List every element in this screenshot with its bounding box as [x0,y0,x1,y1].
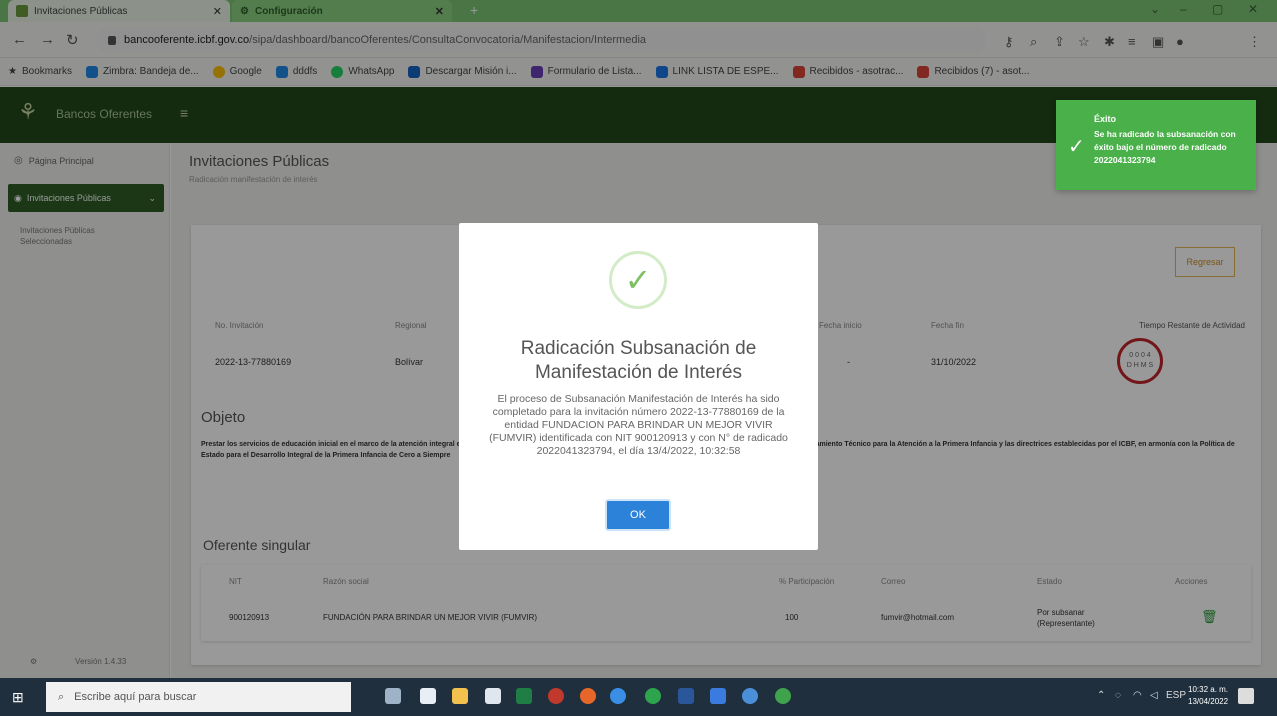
chrome-profile-icon[interactable] [775,688,791,704]
volume-icon[interactable]: ◁ [1150,690,1158,701]
word-icon[interactable] [678,688,694,704]
file-icon[interactable] [420,688,436,704]
excel-icon[interactable] [516,688,532,704]
toast-title: Éxito [1094,114,1117,124]
check-icon: ✓ [1068,136,1085,158]
success-toast[interactable]: ✓ Éxito Se ha radicado la subsanación co… [1056,100,1256,190]
calendar-icon[interactable] [485,688,501,704]
search-icon: ⌕ [58,690,65,703]
success-check-icon: ✓ [609,251,667,309]
success-dialog: ✓ Radicación Subsanación de Manifestació… [459,223,818,550]
shield-icon[interactable] [710,688,726,704]
language-indicator[interactable]: ESP [1166,690,1186,701]
toast-message: Se ha radicado la subsanación con éxito … [1094,129,1236,165]
dialog-title: Radicación Subsanación de Manifestación … [520,338,757,383]
task-view-icon[interactable] [385,688,401,704]
wifi-icon[interactable]: ◠ [1133,690,1142,701]
app-icon[interactable] [645,688,661,704]
camera-icon[interactable] [548,688,564,704]
windows-taskbar: ⊞ ⌕ Escribe aquí para buscar ⌃ ◌ ◠ ◁ ESP… [0,678,1277,716]
taskbar-search-input[interactable]: ⌕ Escribe aquí para buscar [46,682,351,712]
tray-chevron-icon[interactable]: ⌃ [1097,690,1105,701]
ok-button[interactable]: OK [605,499,671,531]
taskbar-clock[interactable]: 10:32 a. m. 13/04/2022 [1188,684,1228,708]
chrome-icon[interactable] [742,688,758,704]
dialog-message: El proceso de Subsanación Manifestación … [489,393,788,457]
firefox-icon[interactable] [580,688,596,704]
network-icon[interactable]: ◌ [1115,690,1121,701]
edge-icon[interactable] [610,688,626,704]
windows-start-icon[interactable]: ⊞ [12,689,24,706]
notifications-icon[interactable] [1238,688,1254,704]
file-explorer-icon[interactable] [452,688,468,704]
